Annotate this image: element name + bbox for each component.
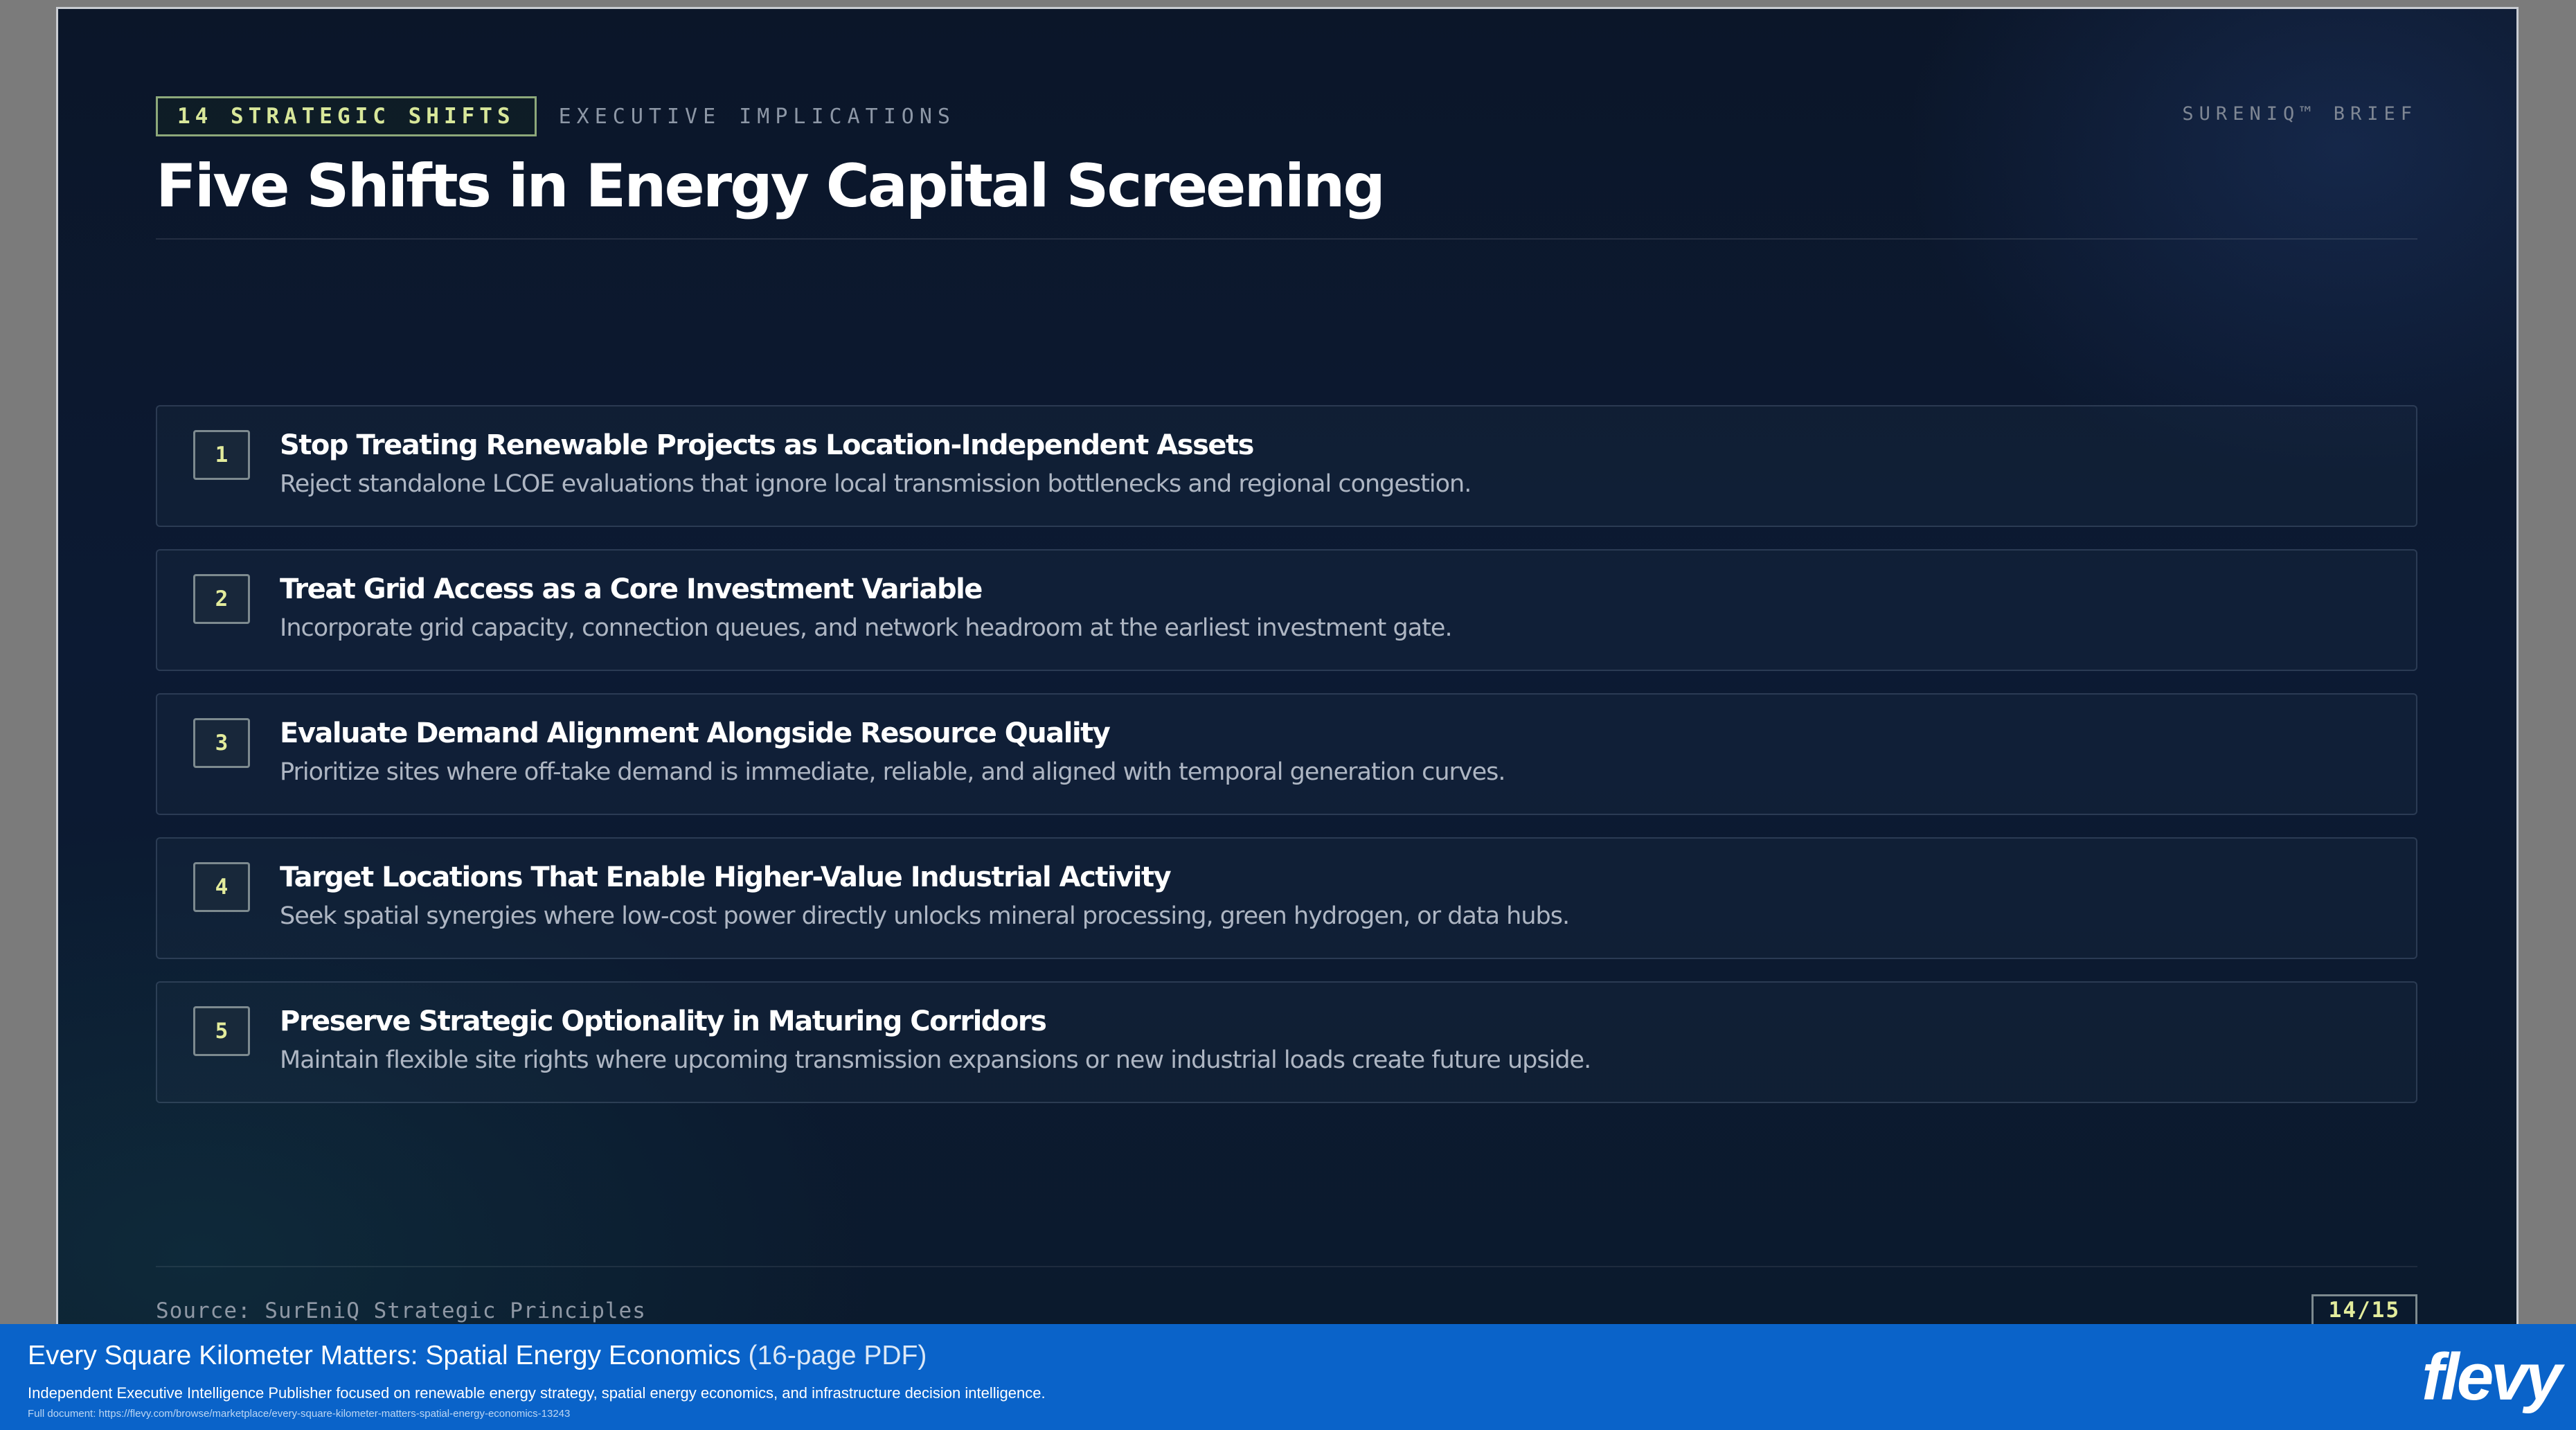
list-item: 4 Target Locations That Enable Higher-Va… xyxy=(156,837,2417,959)
banner-title-text[interactable]: Every Square Kilometer Matters: Spatial … xyxy=(28,1341,741,1370)
banner-title[interactable]: Every Square Kilometer Matters: Spatial … xyxy=(28,1341,927,1371)
section-tag: 14 STRATEGIC SHIFTS xyxy=(156,96,537,136)
item-title: Stop Treating Renewable Projects as Loca… xyxy=(280,429,1254,461)
item-description: Prioritize sites where off-take demand i… xyxy=(280,758,1506,786)
banner-description: Independent Executive Intelligence Publi… xyxy=(28,1384,1046,1402)
slide-header: 14 STRATEGIC SHIFTS EXECUTIVE IMPLICATIO… xyxy=(156,96,956,136)
item-description: Reject standalone LCOE evaluations that … xyxy=(280,470,1472,498)
banner-link[interactable]: Full document: https://flevy.com/browse/… xyxy=(28,1408,570,1420)
item-title: Target Locations That Enable Higher-Valu… xyxy=(280,861,1172,893)
list-item: 1 Stop Treating Renewable Projects as Lo… xyxy=(156,405,2417,527)
section-subtitle: EXECUTIVE IMPLICATIONS xyxy=(558,104,956,129)
flevy-logo[interactable]: flevy xyxy=(2422,1339,2562,1415)
brand-label: SURENIQ™ BRIEF xyxy=(2182,103,2417,125)
title-divider xyxy=(156,238,2417,240)
item-title: Treat Grid Access as a Core Investment V… xyxy=(280,573,983,605)
footer-divider xyxy=(156,1266,2417,1267)
slide: 14 STRATEGIC SHIFTS EXECUTIVE IMPLICATIO… xyxy=(56,7,2519,1427)
banner-page-count: (16-page PDF) xyxy=(748,1341,927,1370)
item-number-badge: 2 xyxy=(193,574,250,624)
shift-list: 1 Stop Treating Renewable Projects as Lo… xyxy=(156,405,2417,1125)
item-number-badge: 3 xyxy=(193,718,250,768)
list-item: 3 Evaluate Demand Alignment Alongside Re… xyxy=(156,693,2417,815)
document-banner[interactable]: Every Square Kilometer Matters: Spatial … xyxy=(0,1324,2576,1430)
item-title: Preserve Strategic Optionality in Maturi… xyxy=(280,1006,1047,1037)
source-note: Source: SurEniQ Strategic Principles xyxy=(156,1298,646,1323)
item-title: Evaluate Demand Alignment Alongside Reso… xyxy=(280,717,1111,749)
item-number-badge: 4 xyxy=(193,862,250,912)
item-number-badge: 1 xyxy=(193,430,250,480)
list-item: 2 Treat Grid Access as a Core Investment… xyxy=(156,549,2417,671)
item-description: Incorporate grid capacity, connection qu… xyxy=(280,614,1453,642)
list-item: 5 Preserve Strategic Optionality in Matu… xyxy=(156,981,2417,1103)
item-description: Seek spatial synergies where low-cost po… xyxy=(280,902,1570,930)
page-title: Five Shifts in Energy Capital Screening xyxy=(156,152,1386,221)
item-number-badge: 5 xyxy=(193,1006,250,1056)
item-description: Maintain flexible site rights where upco… xyxy=(280,1046,1591,1074)
